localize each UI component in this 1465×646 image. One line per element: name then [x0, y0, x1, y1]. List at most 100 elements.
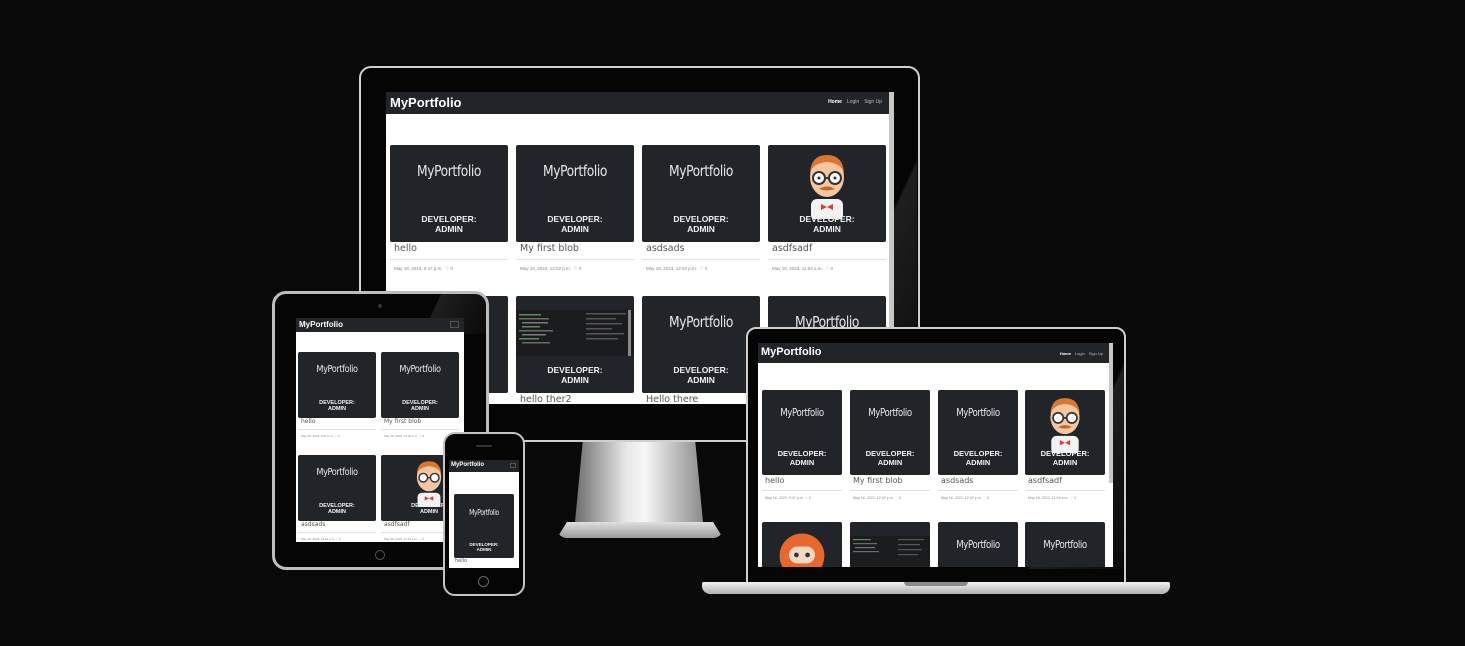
phone-speaker — [476, 445, 492, 447]
brand-logo[interactable]: MyPortfolio — [299, 320, 343, 329]
navbar: MyPortfolio — [449, 460, 519, 472]
brand-logo[interactable]: MyPortfolio — [390, 95, 462, 110]
developer-caption: DEVELOPER: ADMIN — [469, 542, 499, 553]
monitor-base — [557, 522, 723, 538]
post-card[interactable]: MyPortfolio DEVELOPER: ADMIN hello May 18… — [762, 390, 842, 510]
divider — [390, 259, 508, 260]
post-card[interactable]: MyPortfolio DEVELOPER: ADMIN asdsads May … — [298, 455, 376, 542]
post-title[interactable]: asdsads — [646, 243, 685, 254]
post-meta: May 18, 2023, 5:47 p.m. ♡ 0 — [301, 434, 340, 438]
developer-caption: DEVELOPER: ADMIN — [953, 449, 1003, 467]
post-title[interactable]: hello — [765, 476, 784, 485]
brand-logo[interactable]: MyPortfolio — [761, 346, 822, 358]
post-card[interactable]: DEVELOPER: ADMIN asdfsadf May 18, 2023, 1… — [1025, 390, 1105, 510]
post-card[interactable]: MyPortfolio DEVELOPER: ADMIN hello May 18… — [298, 352, 376, 442]
navbar: MyPortfolio — [296, 318, 464, 332]
nav-signup-link[interactable]: Sign Up — [864, 99, 882, 105]
developer-caption: DEVELOPER: ADMIN — [319, 400, 355, 413]
developer-caption: DEVELOPER: ADMIN — [777, 449, 827, 467]
post-card[interactable]: MyPortfolio DEVELOPER: ADMIN hello May 18… — [390, 145, 508, 275]
monitor-neck — [575, 442, 703, 522]
robot-avatar-icon — [779, 533, 825, 567]
post-thumbnail: DEVELOPER: ADMIN — [1025, 390, 1105, 475]
post-thumbnail: MyPortfolio DEVELOPER: ADMIN — [298, 455, 376, 521]
thumbnail-logo: MyPortfolio — [868, 407, 912, 419]
post-card[interactable]: MyPortfolio DEVELOPER: ADMIN asdsads May … — [938, 390, 1018, 510]
tablet-home-button[interactable] — [375, 550, 385, 560]
nav-links: Home Login Sign Up — [828, 99, 882, 105]
hamburger-menu-icon[interactable] — [450, 321, 459, 328]
nav-home-link[interactable]: Home — [1060, 351, 1071, 356]
post-card[interactable] — [850, 522, 930, 567]
post-card[interactable]: MyPortfolio DEVELOPER: ADMIN My first blo… — [850, 390, 930, 510]
post-thumbnail — [762, 522, 842, 567]
post-meta: May 18, 2023, 11:54 a.m. ♡ 0 — [772, 266, 834, 271]
post-thumbnail: MyPortfolio — [938, 522, 1018, 567]
post-title[interactable]: asdsads — [301, 521, 325, 528]
thumbnail-logo: MyPortfolio — [399, 364, 441, 375]
brand-logo[interactable]: MyPortfolio — [451, 462, 484, 468]
post-title[interactable]: hello ther2 — [520, 394, 572, 404]
post-card[interactable]: MyPortfolio — [1025, 522, 1105, 567]
scrollbar[interactable] — [1109, 343, 1113, 483]
post-thumbnail: MyPortfolio DEVELOPER: ADMIN — [762, 390, 842, 475]
post-title[interactable]: My first blob — [853, 476, 903, 485]
post-title[interactable]: hello — [301, 418, 316, 425]
phone-screen: MyPortfolio MyPortfolio DEVELOPER: ADMIN … — [449, 460, 519, 568]
navbar: MyPortfolio Home Login Sign Up — [758, 343, 1113, 363]
post-title[interactable]: asdfsadf — [1028, 476, 1062, 485]
heart-icon[interactable]: ♡ — [574, 266, 578, 271]
nav-login-link[interactable]: Login — [1075, 351, 1085, 356]
divider — [850, 490, 930, 491]
heart-icon[interactable]: ♡ — [805, 496, 808, 500]
post-thumbnail: MyPortfolio DEVELOPER: ADMIN — [381, 352, 459, 418]
thumbnail-logo: MyPortfolio — [669, 162, 733, 180]
developer-caption: DEVELOPER: ADMIN — [547, 214, 603, 234]
divider — [1025, 490, 1105, 491]
developer-caption: DEVELOPER: ADMIN — [421, 214, 477, 234]
post-card[interactable]: MyPortfolio — [938, 522, 1018, 567]
thumbnail-logo: MyPortfolio — [956, 539, 1000, 551]
post-title[interactable]: hello — [394, 243, 417, 254]
nav-signup-link[interactable]: Sign Up — [1089, 351, 1103, 356]
thumbnail-logo: MyPortfolio — [780, 407, 824, 419]
heart-icon[interactable]: ♡ — [419, 537, 422, 541]
post-thumbnail: MyPortfolio DEVELOPER: ADMIN — [516, 145, 634, 242]
post-card[interactable]: MyPortfolio DEVELOPER: ADMIN My first blo… — [381, 352, 459, 442]
heart-icon[interactable]: ♡ — [825, 266, 829, 271]
nav-home-link[interactable]: Home — [828, 99, 842, 105]
heart-icon[interactable]: ♡ — [334, 434, 337, 438]
post-title[interactable]: asdfsadf — [772, 243, 812, 254]
post-card[interactable]: MyPortfolio DEVELOPER: ADMIN My first blo… — [516, 145, 634, 275]
post-meta: May 18, 2023, 12:02 p.m. ♡ 0 — [301, 537, 342, 541]
divider — [298, 429, 376, 430]
heart-icon[interactable]: ♡ — [700, 266, 704, 271]
developer-caption: DEVELOPER: ADMIN — [319, 503, 355, 516]
post-card[interactable]: MyPortfolio DEVELOPER: ADMIN asdsads May … — [642, 145, 760, 275]
heart-icon[interactable]: ♡ — [983, 496, 986, 500]
post-card[interactable] — [762, 522, 842, 567]
post-title[interactable]: asdfsadf — [384, 521, 409, 528]
post-title[interactable]: hello — [455, 558, 467, 564]
post-title[interactable]: My first blob — [384, 418, 421, 425]
post-title[interactable]: Hello there — [646, 394, 698, 404]
post-title[interactable]: asdsads — [941, 476, 973, 485]
developer-avatar-icon — [810, 155, 844, 219]
post-meta: May 18, 2023, 12:02 p.m. ♡ 0 — [520, 266, 582, 271]
post-title[interactable]: My first blob — [520, 243, 579, 254]
post-card[interactable]: DEVELOPER: ADMIN asdfsadf May 18, 2023, 1… — [768, 145, 886, 275]
post-card[interactable]: DEVELOPER: ADMIN hello ther2 — [516, 296, 634, 404]
divider — [642, 259, 760, 260]
heart-icon[interactable]: ♡ — [445, 266, 449, 271]
post-thumbnail: DEVELOPER: ADMIN — [768, 145, 886, 242]
developer-caption: DEVELOPER: ADMIN — [865, 449, 915, 467]
heart-icon[interactable]: ♡ — [895, 496, 898, 500]
developer-caption: DEVELOPER: ADMIN — [1040, 449, 1090, 467]
post-card[interactable]: MyPortfolio DEVELOPER: ADMIN hello — [454, 494, 514, 568]
heart-icon[interactable]: ♡ — [1070, 496, 1073, 500]
phone-home-button[interactable] — [478, 576, 489, 587]
nav-login-link[interactable]: Login — [847, 99, 859, 105]
thumbnail-logo: MyPortfolio — [469, 508, 499, 517]
phone: MyPortfolio MyPortfolio DEVELOPER: ADMIN … — [443, 432, 525, 596]
hamburger-menu-icon[interactable] — [510, 463, 516, 468]
